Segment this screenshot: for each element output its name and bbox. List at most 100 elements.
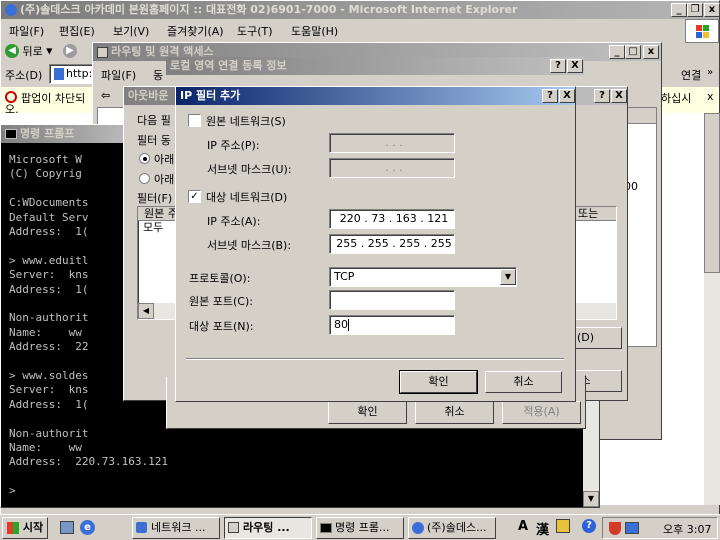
ie-scrollbar[interactable]: [704, 113, 720, 505]
ie-task-icon: [412, 522, 424, 534]
ip-filter-title-bar: IP 필터 추가: [176, 87, 575, 105]
ip-filter-close-button[interactable]: X: [559, 89, 575, 103]
source-port-field[interactable]: [329, 290, 455, 310]
ie-menu-help[interactable]: 도움말(H): [291, 23, 338, 39]
dest-network-label: 대상 네트워크(D): [206, 191, 288, 204]
taskbar: 시작 e 네트워크 ... 라우팅 ... 명령 프롬... (주)솔데스...…: [0, 514, 720, 540]
task-network[interactable]: 네트워크 ...: [132, 517, 220, 539]
ie-infobar-right-text: 하십시: [661, 92, 692, 105]
table-row[interactable]: 모두: [139, 221, 169, 235]
ime-hanja-indicator[interactable]: 漢: [536, 519, 549, 538]
ie-infobar-text: 팝업이 차단되: [21, 92, 86, 105]
ip-filter-dialog: IP 필터 추가 ? X 원본 네트워크(S) IP 주소(P): . . . …: [175, 86, 576, 402]
console-icon: [5, 129, 17, 139]
dest-mask-field[interactable]: 255 . 255 . 255 . 255: [329, 234, 455, 254]
clock[interactable]: 오후 3:07: [663, 521, 711, 537]
console-line: Server: kns: [9, 268, 89, 282]
ime-a-indicator[interactable]: A: [518, 519, 528, 534]
console-line: Name: ww: [9, 441, 82, 454]
dest-mask-label: 서브넷 마스크(B):: [207, 239, 292, 252]
ie-menu-favorites[interactable]: 즐겨찾기(A): [167, 23, 224, 39]
ime-tools-icon[interactable]: [556, 519, 570, 533]
lan-cancel-button[interactable]: 취소: [415, 401, 494, 424]
source-mask-field[interactable]: . . .: [329, 158, 455, 178]
console-line: (C) Copyrig: [9, 167, 82, 181]
source-ip-label: IP 주소(P):: [207, 139, 260, 152]
ip-filter-title: IP 필터 추가: [180, 89, 241, 102]
source-ip-field[interactable]: . . .: [329, 133, 455, 153]
ie-title-bar: (주)솔데스크 아카데미 본원홈페이지 :: 대표전화 02)6901-7000…: [1, 1, 719, 19]
ie-address-label: 주소(D): [5, 69, 43, 82]
lan-close-button[interactable]: X: [567, 59, 583, 73]
protocol-select[interactable]: TCP ▼: [329, 267, 517, 287]
close-icon[interactable]: x: [707, 90, 714, 103]
chevron-down-icon: ▼: [46, 46, 53, 56]
ie-close-button[interactable]: x: [704, 3, 720, 17]
ie-menu-edit[interactable]: 편집(E): [59, 23, 95, 39]
ie-menu-view[interactable]: 보기(V): [113, 23, 149, 39]
ip-filter-cancel-button[interactable]: 취소: [485, 371, 562, 393]
source-network-label: 원본 네트워크(S): [206, 115, 286, 128]
ie-minimize-button[interactable]: _: [671, 3, 687, 17]
outbound-row-source: 모두: [143, 221, 164, 234]
task-ie[interactable]: (주)솔데스...: [408, 517, 496, 539]
help-icon[interactable]: ?: [582, 519, 596, 533]
system-tray: 오후 3:07: [602, 517, 718, 539]
dest-network-checkbox[interactable]: ✓: [188, 190, 201, 203]
source-port-label: 원본 포트(C):: [189, 295, 253, 308]
windows-logo-icon: [685, 19, 719, 43]
ie-quicklaunch-icon[interactable]: e: [80, 520, 95, 535]
ie-back-button[interactable]: ◀ 뒤로 ▼: [5, 43, 52, 61]
dest-port-field[interactable]: 80: [329, 315, 455, 335]
console-task-icon: [320, 523, 332, 533]
outbound-radio-2[interactable]: [139, 173, 150, 184]
rras-close-button[interactable]: x: [643, 45, 659, 59]
console-line: > www.eduitl: [9, 253, 89, 267]
source-network-checkbox[interactable]: [188, 114, 201, 127]
ip-filter-help-button[interactable]: ?: [542, 89, 558, 103]
console-line: Non-authorit: [9, 311, 89, 325]
console-line: Address: 1(: [9, 397, 89, 411]
security-shield-icon[interactable]: [609, 522, 621, 535]
ie-menu-file[interactable]: 파일(F): [9, 23, 44, 39]
source-mask-label: 서브넷 마스크(U):: [207, 163, 292, 176]
console-line: Address: 22: [9, 340, 89, 354]
ie-forward-button[interactable]: ▶: [63, 43, 77, 58]
ip-filter-ok-button[interactable]: 확인: [399, 370, 478, 394]
ie-restore-button[interactable]: ❐: [687, 3, 703, 17]
network-tray-icon[interactable]: [625, 522, 639, 534]
rras-maximize-button[interactable]: □: [625, 45, 641, 59]
chevron-right-icon[interactable]: »: [707, 67, 713, 78]
rras-menu-action[interactable]: 동: [153, 67, 163, 83]
rras-minimize-button[interactable]: _: [609, 45, 625, 59]
lan-title: 로컬 영역 연결 등록 정보: [170, 59, 287, 72]
lan-apply-button[interactable]: 적용(A): [502, 401, 581, 424]
outbound-help-button[interactable]: ?: [594, 89, 610, 103]
ie-links-label[interactable]: 연결: [681, 67, 701, 83]
chevron-down-icon[interactable]: ▼: [500, 269, 516, 285]
outbound-title: 아웃바운: [128, 89, 169, 102]
rras-menu-file[interactable]: 파일(F): [101, 67, 136, 83]
start-button[interactable]: 시작: [2, 517, 48, 539]
console-line: Non-authorit: [9, 426, 89, 440]
back-arrow-icon[interactable]: ⇦: [101, 89, 110, 102]
dest-port-label: 대상 포트(N):: [189, 320, 254, 333]
console-line: Name: ww: [9, 325, 82, 339]
dest-ip-label: IP 주소(A):: [207, 215, 261, 228]
protocol-label: 프로토콜(O):: [189, 272, 251, 285]
outbound-close-button[interactable]: X: [611, 89, 627, 103]
ie-address-input[interactable]: http:: [49, 64, 95, 84]
page-icon: [54, 68, 64, 80]
ip-filter-separator: [186, 358, 564, 360]
show-desktop-icon[interactable]: [60, 521, 74, 534]
task-console[interactable]: 명령 프롬...: [316, 517, 404, 539]
lan-ok-button[interactable]: 확인: [328, 401, 407, 424]
task-routing[interactable]: 라우팅 ...: [224, 517, 312, 539]
console-line: > www.soldes: [9, 369, 89, 382]
outbound-radio-1[interactable]: [139, 153, 150, 164]
lan-title-bar: 로컬 영역 연결 등록 정보: [166, 57, 584, 75]
lan-help-button[interactable]: ?: [550, 59, 566, 73]
console-line: >: [9, 484, 16, 498]
ie-menu-tools[interactable]: 도구(T): [237, 23, 273, 39]
dest-ip-field[interactable]: 220 . 73 . 163 . 121: [329, 209, 455, 229]
